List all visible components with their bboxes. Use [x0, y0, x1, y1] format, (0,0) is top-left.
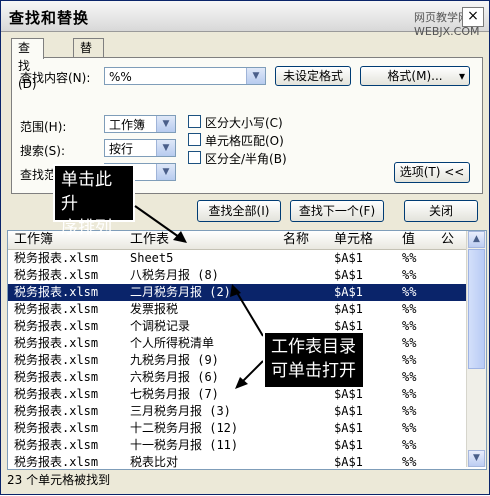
callout-arrows	[134, 205, 264, 389]
callout-open-text: 工作表目录 可单击打开	[271, 337, 356, 381]
callout-open: 工作表目录 可单击打开	[263, 331, 365, 389]
arrow-line-open	[235, 290, 264, 337]
arrow-line-sort	[134, 205, 180, 238]
arrow-head-sort	[173, 231, 187, 243]
tab-find[interactable]: 查找(D)	[11, 38, 44, 91]
arrow-line-open-2	[240, 360, 264, 384]
find-replace-dialog: 查找和替换 网页教学网 WEBJX.COM × 查找(D) 替换(P) 查找内容…	[0, 0, 490, 495]
